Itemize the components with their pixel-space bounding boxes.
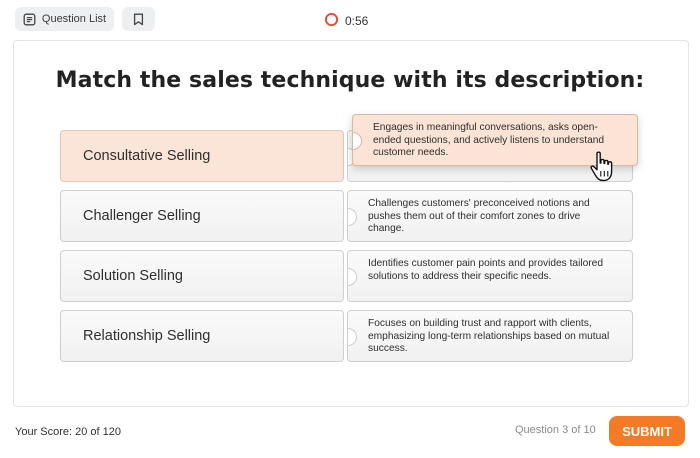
description-text: Challenges customers' preconceived notio… [368,198,590,234]
term-consultative-selling[interactable]: Consultative Selling [60,130,344,182]
description-text: Focuses on building trust and rapport wi… [368,318,610,354]
timer: 0:56 [324,12,368,30]
bookmark-icon [133,13,144,26]
submit-button[interactable]: SUBMIT [609,416,685,446]
question-progress: Question 3 of 10 [515,424,596,436]
question-list-label: Question List [41,13,107,25]
description-text: Identifies customer pain points and prov… [368,258,604,282]
timer-label: 0:56 [345,14,369,28]
term-label: Challenger Selling [83,208,201,224]
term-label: Solution Selling [83,268,183,284]
term-challenger-selling[interactable]: Challenger Selling [60,190,344,242]
bookmark-button[interactable] [122,7,155,31]
term-label: Relationship Selling [83,328,211,344]
list-icon [23,13,36,26]
term-relationship-selling[interactable]: Relationship Selling [60,310,344,362]
hand-pointer-icon [588,150,618,189]
timer-ring-icon [324,12,339,30]
description-relationship[interactable]: Focuses on building trust and rapport wi… [347,310,633,362]
question-title: Match the sales technique with its descr… [55,68,645,93]
description-text: Engages in meaningful conversations, ask… [373,122,605,158]
term-solution-selling[interactable]: Solution Selling [60,250,344,302]
score-label: Your Score: 20 of 120 [15,426,122,438]
description-solution[interactable]: Identifies customer pain points and prov… [347,250,633,302]
description-challenger[interactable]: Challenges customers' preconceived notio… [347,190,633,242]
question-list-button[interactable]: Question List [15,7,114,31]
term-label: Consultative Selling [83,148,211,164]
